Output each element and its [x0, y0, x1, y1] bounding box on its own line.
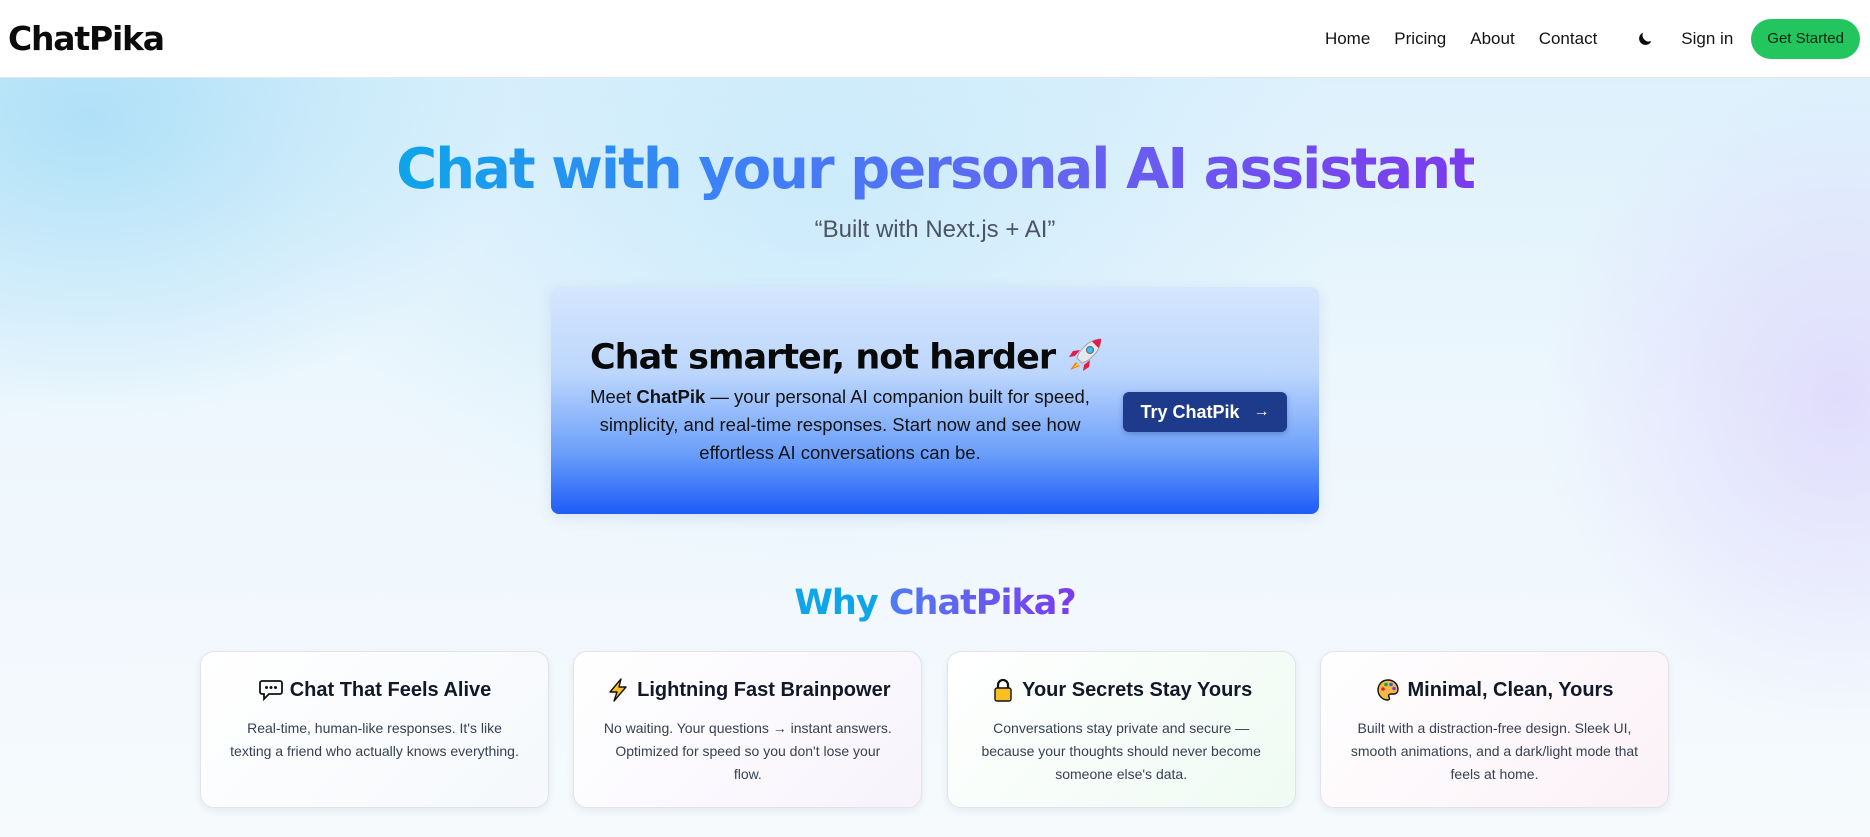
- feature-title: Lightning Fast Brainpower: [600, 678, 895, 702]
- feature-description: Built with a distraction-free design. Sl…: [1350, 720, 1639, 782]
- lock-icon: [990, 678, 1016, 702]
- feature-title: Your Secrets Stay Yours: [974, 678, 1269, 702]
- feature-title-text: Chat That Feels Alive: [289, 678, 492, 701]
- arrow-right-icon: →: [1253, 403, 1270, 420]
- cta-text-product: ChatPik: [636, 386, 706, 407]
- moon-icon[interactable]: [1635, 29, 1655, 49]
- nav-link-about[interactable]: About: [1470, 29, 1514, 49]
- feature-title-text: Minimal, Clean, Yours: [1407, 678, 1614, 701]
- nav-link-contact[interactable]: Contact: [1539, 29, 1598, 49]
- palette-icon: [1375, 678, 1401, 702]
- feature-card: Your Secrets Stay Yours Conversations st…: [946, 651, 1296, 808]
- feature-grid: Chat That Feels Alive Real-time, human-l…: [200, 651, 1669, 808]
- feature-title-text: Your Secrets Stay Yours: [1022, 678, 1253, 701]
- why-heading-part2: ChatPika?: [888, 583, 1077, 623]
- hero-title: Chat with your personal AI assistant: [0, 137, 1870, 202]
- why-heading-part1: Why: [794, 583, 889, 623]
- cta-text-prefix: Meet: [590, 386, 637, 407]
- top-navbar: ChatPika Home Pricing About Contact Sign…: [0, 0, 1870, 78]
- feature-card: Lightning Fast Brainpower No waiting. Yo…: [573, 651, 923, 808]
- cta-description: Meet ChatPik — your personal AI companio…: [587, 383, 1093, 467]
- rocket-icon: [1063, 331, 1109, 386]
- feature-description: Conversations stay private and secure — …: [981, 720, 1261, 782]
- sign-in-link[interactable]: Sign in: [1681, 29, 1733, 49]
- nav-links: Home Pricing About Contact: [1325, 29, 1597, 49]
- get-started-button[interactable]: Get Started: [1751, 18, 1860, 59]
- hero-subtitle: “Built with Next.js + AI”: [814, 216, 1056, 243]
- feature-title-text: Lightning Fast Brainpower: [637, 678, 891, 701]
- why-heading: Why ChatPika?: [0, 583, 1870, 623]
- nav-link-pricing[interactable]: Pricing: [1394, 29, 1446, 49]
- try-button-label: Try ChatPik: [1140, 401, 1240, 422]
- feature-card: Minimal, Clean, Yours Built with a distr…: [1319, 651, 1669, 808]
- feature-card: Chat That Feels Alive Real-time, human-l…: [200, 651, 549, 808]
- hero-title-text: Chat with your personal AI assistant: [396, 137, 1476, 202]
- cta-title-text: Chat smarter, not harder: [590, 337, 1056, 378]
- brand-logo[interactable]: ChatPika: [8, 19, 165, 58]
- cta-card: Chat smarter, not harder Meet ChatPik — …: [551, 287, 1319, 514]
- speech-bubble-icon: [258, 678, 284, 702]
- feature-title: Chat That Feels Alive: [227, 678, 522, 702]
- cta-title: Chat smarter, not harder: [590, 331, 1109, 386]
- nav-link-home[interactable]: Home: [1325, 29, 1370, 49]
- feature-description: Real-time, human-like responses. It's li…: [230, 720, 519, 759]
- nav-actions: Home Pricing About Contact Sign in Get S…: [1325, 18, 1860, 59]
- feature-title: Minimal, Clean, Yours: [1347, 678, 1642, 702]
- try-chatpik-button[interactable]: Try ChatPik →: [1123, 392, 1287, 432]
- lightning-icon: [605, 678, 631, 702]
- feature-description: No waiting. Your questions → instant ans…: [603, 720, 892, 782]
